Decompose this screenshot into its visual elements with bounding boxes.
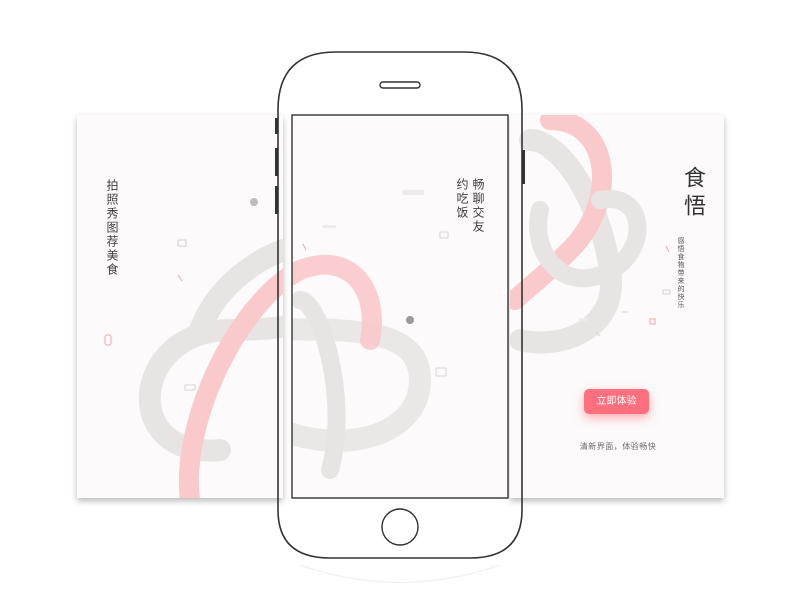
center-screen-caption-line2: 约吃饭	[455, 178, 469, 220]
brand-title: 食悟	[680, 166, 705, 222]
mute-switch	[275, 118, 278, 134]
left-screen-caption: 拍照秀图荐美食	[105, 179, 119, 277]
footer-note: 清新界面，体验畅快	[579, 442, 657, 451]
volume-up-button	[275, 148, 278, 176]
volume-down-button	[275, 186, 278, 214]
center-screen-caption-line1: 畅聊交友	[471, 178, 485, 234]
start-experience-button[interactable]: 立即体验	[584, 389, 649, 414]
power-button	[522, 150, 525, 184]
brand-tagline: 感悟食物带来的快乐	[677, 237, 685, 309]
